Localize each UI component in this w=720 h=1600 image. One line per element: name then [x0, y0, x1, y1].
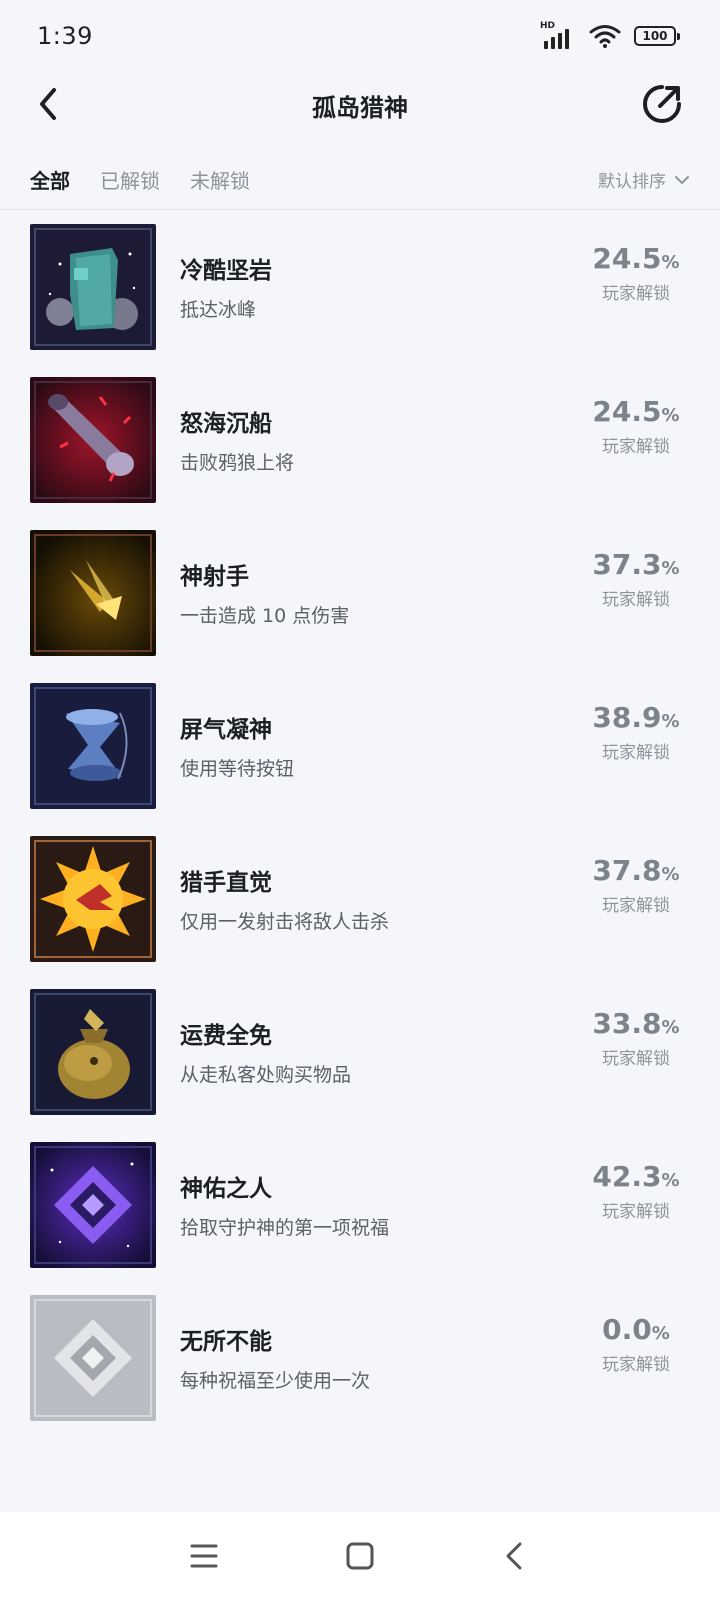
- cannon-icon: [30, 376, 156, 503]
- list-item[interactable]: 无所不能 每种祝福至少使用一次 0.0% 玩家解锁: [0, 1281, 720, 1434]
- achievement-list: 冷酷坚岩 抵达冰峰 24.5% 玩家解锁 怒海沉船 击败鸦狼上将 24.5% 玩…: [0, 210, 720, 1434]
- unlock-label: 玩家解锁: [602, 590, 670, 610]
- unlock-label: 玩家解锁: [602, 1049, 670, 1069]
- battery-level: 100: [642, 29, 668, 43]
- unlock-stat: 0.0% 玩家解锁: [586, 1313, 686, 1375]
- chevron-down-icon: [675, 175, 689, 184]
- system-nav-bar: [0, 1512, 720, 1600]
- blessing-diamond-icon: [30, 1141, 156, 1268]
- menu-icon[interactable]: [182, 1534, 226, 1578]
- home-icon[interactable]: [338, 1534, 382, 1578]
- tab-unlocked[interactable]: 已解锁: [100, 165, 160, 194]
- unlock-stat: 37.3% 玩家解锁: [586, 548, 686, 610]
- unlock-stat: 24.5% 玩家解锁: [586, 395, 686, 457]
- list-item[interactable]: 神佑之人 拾取守护神的第一项祝福 42.3% 玩家解锁: [0, 1128, 720, 1281]
- sun-burst-icon: [30, 835, 156, 962]
- unlock-percent: 37.8%: [592, 854, 680, 887]
- status-time: 1:39: [37, 22, 93, 50]
- battery-icon: 100: [634, 26, 680, 46]
- unlock-percent: 38.9%: [592, 701, 680, 734]
- list-item[interactable]: 冷酷坚岩 抵达冰峰 24.5% 玩家解锁: [0, 210, 720, 363]
- unlock-percent: 24.5%: [592, 395, 680, 428]
- unlock-label: 玩家解锁: [602, 437, 670, 457]
- wifi-icon: [589, 25, 621, 48]
- unlock-percent: 37.3%: [592, 548, 680, 581]
- unlock-stat: 37.8% 玩家解锁: [586, 854, 686, 916]
- list-item[interactable]: 怒海沉船 击败鸦狼上将 24.5% 玩家解锁: [0, 363, 720, 516]
- filter-tabs: 全部 已解锁 未解锁 默认排序: [0, 150, 720, 210]
- locked-diamond-icon: [30, 1294, 156, 1421]
- unlock-percent: 33.8%: [592, 1007, 680, 1040]
- tab-locked[interactable]: 未解锁: [190, 165, 250, 194]
- list-item[interactable]: 猎手直觉 仅用一发射击将敌人击杀 37.8% 玩家解锁: [0, 822, 720, 975]
- unlock-label: 玩家解锁: [602, 743, 670, 763]
- unlock-label: 玩家解锁: [602, 896, 670, 916]
- sort-label: 默认排序: [598, 172, 666, 192]
- status-bar: 1:39 HD 100: [0, 0, 720, 72]
- header: 孤岛猎神: [0, 72, 720, 138]
- unlock-percent: 0.0%: [602, 1313, 670, 1346]
- sort-dropdown[interactable]: 默认排序: [598, 167, 690, 192]
- tab-all[interactable]: 全部: [30, 165, 70, 194]
- list-item[interactable]: 运费全免 从走私客处购买物品 33.8% 玩家解锁: [0, 975, 720, 1128]
- nav-back-icon[interactable]: [494, 1534, 538, 1578]
- unlock-percent: 24.5%: [592, 242, 680, 275]
- signal-icon: HD: [540, 21, 576, 49]
- hourglass-icon: [30, 682, 156, 809]
- status-icons: HD 100: [540, 21, 680, 49]
- list-item[interactable]: 屏气凝神 使用等待按钮 38.9% 玩家解锁: [0, 669, 720, 822]
- unlock-percent: 42.3%: [592, 1160, 680, 1193]
- page-title: 孤岛猎神: [312, 93, 408, 122]
- unlock-label: 玩家解锁: [602, 1355, 670, 1375]
- unlock-stat: 33.8% 玩家解锁: [586, 1007, 686, 1069]
- share-button[interactable]: [640, 82, 684, 126]
- list-item[interactable]: 神射手 一击造成 10 点伤害 37.3% 玩家解锁: [0, 516, 720, 669]
- back-button[interactable]: [30, 82, 70, 126]
- loot-bag-icon: [30, 988, 156, 1115]
- unlock-label: 玩家解锁: [602, 284, 670, 304]
- unlock-label: 玩家解锁: [602, 1202, 670, 1222]
- unlock-stat: 24.5% 玩家解锁: [586, 242, 686, 304]
- unlock-stat: 38.9% 玩家解锁: [586, 701, 686, 763]
- unlock-stat: 42.3% 玩家解锁: [586, 1160, 686, 1222]
- bullet-impact-icon: [30, 529, 156, 656]
- frozen-rock-icon: [30, 223, 156, 350]
